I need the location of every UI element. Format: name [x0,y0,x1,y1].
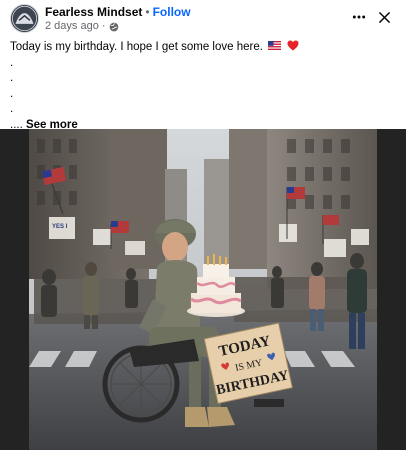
post-text-line: . [10,72,14,84]
image-scene: YES I TODAY IS MY BIRTHDAY [29,129,377,450]
red-heart-icon [287,40,299,51]
avatar[interactable] [10,4,39,33]
crowd-sign-text: YES I [52,224,68,230]
name-separator: • [145,5,150,19]
globe-icon [109,22,119,32]
post-text-line: . [10,103,14,115]
author-name[interactable]: Fearless Mindset [45,5,142,19]
author-line: Fearless Mindset • Follow [45,5,191,19]
post-text-line: . [10,87,14,100]
post-timestamp[interactable]: 2 days ago [45,20,99,33]
more-options-button[interactable] [349,8,369,26]
post-text-line: Today is my birthday. I hope I get some … [10,40,390,56]
post-message: Today is my birthday. I hope I get some … [10,40,390,133]
meta-separator: · [101,20,106,32]
post-meta: 2 days ago · [45,20,119,33]
avatar-image [11,5,38,32]
post-media: YES I TODAY IS MY BIRTHDAY [0,129,406,450]
close-icon [378,11,390,23]
us-flag-icon [268,40,282,50]
post-image[interactable]: YES I TODAY IS MY BIRTHDAY [29,129,377,450]
more-dots-icon [352,15,366,19]
close-button[interactable] [374,7,394,27]
post-text-line: . [10,56,14,69]
post-text: Today is my birthday. I hope I get some … [10,41,263,53]
post-header: Fearless Mindset • Follow 2 days ago · [0,0,406,36]
follow-button[interactable]: Follow [153,5,191,19]
